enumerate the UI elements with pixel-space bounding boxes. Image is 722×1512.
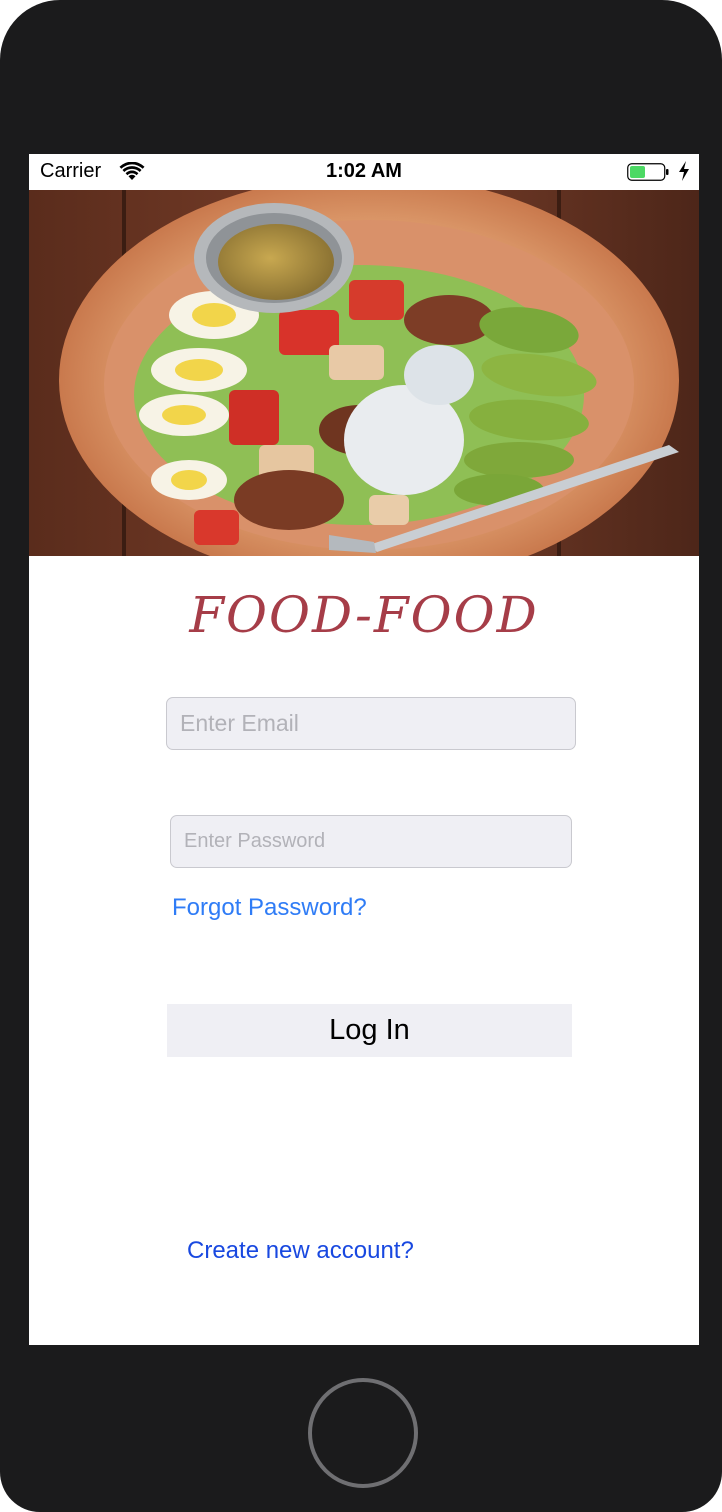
phone-frame: Carrier 1:02 AM FOOD-FOOD Enter Email Fo… xyxy=(0,0,722,1512)
status-bar: Carrier 1:02 AM xyxy=(29,154,699,190)
status-time: 1:02 AM xyxy=(326,160,402,182)
login-button[interactable]: Log In xyxy=(167,1004,572,1057)
app-title: FOOD-FOOD xyxy=(189,586,539,644)
charging-bolt-icon xyxy=(679,161,689,181)
email-field[interactable] xyxy=(166,697,576,750)
create-account-link[interactable]: Create new account? xyxy=(187,1237,414,1265)
salad-bowl-photo xyxy=(29,190,699,556)
app-screen: Carrier 1:02 AM FOOD-FOOD Enter Email Fo… xyxy=(29,154,699,1345)
battery-charging-icon xyxy=(627,163,669,181)
forgot-password-link[interactable]: Forgot Password? xyxy=(172,894,367,922)
home-button[interactable] xyxy=(308,1378,418,1488)
password-field[interactable] xyxy=(170,815,572,868)
